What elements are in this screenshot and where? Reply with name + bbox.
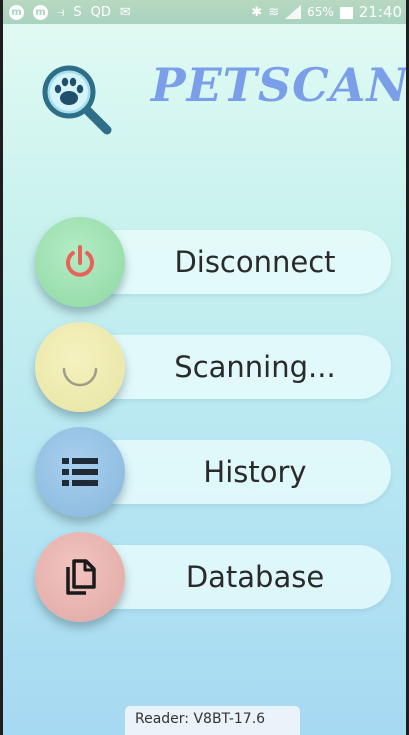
battery-icon — [339, 7, 353, 19]
scanning-label: Scanning... — [174, 350, 336, 384]
mail-icon: ✉ — [119, 4, 131, 20]
m-app-icon: m — [9, 4, 24, 20]
list-icon[interactable] — [35, 427, 125, 517]
wifi-icon: ≋ — [268, 4, 280, 20]
system-status: ✱ ≋ 65% 21:40 — [251, 3, 402, 21]
power-icon[interactable] — [35, 217, 125, 307]
paw-search-icon — [42, 65, 112, 135]
reader-info: Reader: V8BT-17.6 — [125, 706, 300, 735]
notification-icons: m m ⥽ S QD ✉ — [9, 4, 131, 20]
scanning-button[interactable]: Scanning... — [35, 322, 391, 412]
signal-icon — [285, 5, 302, 19]
voicemail-icon: QD — [90, 4, 111, 20]
history-label: History — [203, 455, 307, 489]
disconnect-label: Disconnect — [174, 245, 336, 279]
database-label: Database — [185, 560, 325, 594]
battery-percent: 65% — [307, 5, 334, 19]
m-app-icon: m — [33, 4, 48, 20]
bluetooth-icon: ✱ — [251, 4, 263, 20]
documents-icon[interactable] — [35, 532, 125, 622]
loading-spinner-icon[interactable] — [35, 322, 125, 412]
app-screen: m m ⥽ S QD ✉ ✱ ≋ 65% 21:40 PETSCAN Disco… — [0, 0, 409, 735]
app-title: PETSCAN — [151, 58, 409, 112]
status-bar: m m ⥽ S QD ✉ ✱ ≋ 65% 21:40 — [3, 0, 406, 24]
hotspot-icon: ⥽ — [57, 4, 65, 20]
clock: 21:40 — [358, 3, 402, 21]
history-button[interactable]: History — [35, 427, 391, 517]
sync-icon: S — [73, 4, 82, 20]
database-button[interactable]: Database — [35, 532, 391, 622]
disconnect-button[interactable]: Disconnect — [35, 217, 391, 307]
